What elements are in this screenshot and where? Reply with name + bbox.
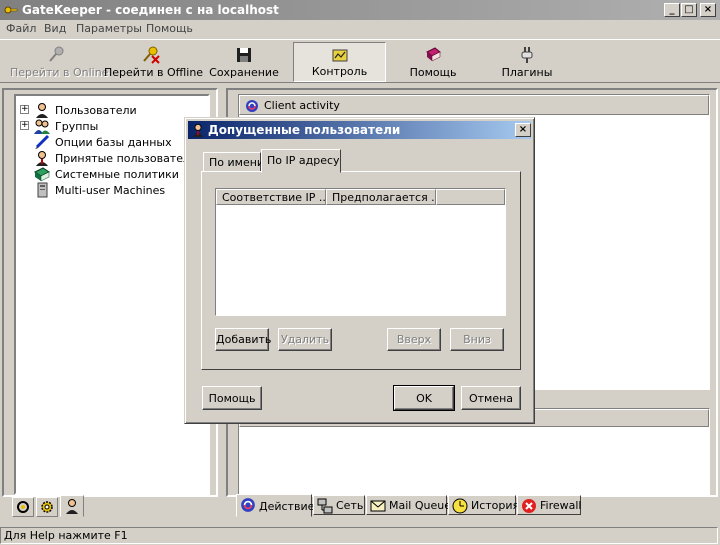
tab-firewall[interactable]: Firewall — [517, 495, 581, 515]
maximize-button[interactable]: □ — [681, 3, 697, 17]
activity-icon — [246, 100, 258, 112]
client-activity-title: Client activity — [264, 99, 340, 112]
menu-view[interactable]: Вид — [44, 22, 66, 35]
network-icon — [317, 498, 333, 514]
gear-stack-icon — [17, 501, 29, 513]
machine-icon — [37, 182, 48, 198]
move-up-button[interactable]: Вверх — [387, 328, 441, 351]
window-title-bar[interactable]: GateKeeper - соединен с на localhost _ □… — [0, 0, 720, 20]
tree-item-database-options[interactable]: Опции базы данных — [20, 134, 200, 150]
left-view-tabs — [12, 495, 92, 519]
window-title: GateKeeper - соединен с на localhost — [22, 3, 279, 17]
expand-icon[interactable]: + — [20, 121, 29, 130]
tree-item-groups[interactable]: + Группы — [20, 118, 200, 134]
menu-options[interactable]: Параметры — [76, 22, 142, 35]
dialog-title: Допущенные пользователи — [208, 123, 401, 137]
delete-button[interactable]: Удалить — [278, 328, 332, 351]
plug-icon — [521, 47, 533, 63]
tab-by-ip[interactable]: По IP адресу — [261, 149, 341, 173]
tab-page: Соответствие IP ... Предполагается ... Д… — [201, 171, 521, 370]
menu-bar: Файл Вид Параметры Помощь — [0, 20, 720, 38]
status-pane: Для Help нажмите F1 — [0, 527, 718, 544]
tree-item-system-policies[interactable]: Системные политики — [20, 166, 200, 182]
activity-icon — [241, 498, 255, 512]
toolbar: Перейти в Online Перейти в Offline Сохра… — [0, 39, 720, 83]
tree-item-accepted-users[interactable]: Принятые пользователи — [20, 150, 206, 166]
dialog-title-bar[interactable]: Допущенные пользователи × — [188, 121, 531, 139]
mail-icon — [370, 500, 386, 512]
user-small-icon — [66, 499, 78, 514]
user-icon — [36, 151, 48, 166]
go-online-button[interactable]: Перейти в Online — [10, 42, 108, 82]
minimize-button[interactable]: _ — [664, 3, 680, 17]
stop-icon — [522, 499, 536, 513]
floppy-icon — [237, 48, 251, 62]
bottom-tabs: Действие Сеть Mail Queue История Firewal… — [236, 494, 596, 519]
allowed-users-dialog: Допущенные пользователи × По имени По IP… — [184, 117, 535, 424]
expand-icon[interactable]: + — [20, 105, 29, 114]
book-icon — [426, 47, 441, 62]
policy-book-icon — [34, 167, 50, 182]
key-icon — [4, 6, 18, 14]
tab-network[interactable]: Сеть — [313, 495, 365, 515]
navigation-tree: + Пользователи + Группы Опции базы данны… — [14, 94, 210, 495]
group-icon — [34, 119, 50, 134]
key-icon — [49, 46, 64, 62]
cancel-button[interactable]: Отмена — [461, 386, 521, 410]
key-x-icon — [143, 46, 160, 64]
pen-icon — [35, 134, 50, 149]
ok-button[interactable]: OK — [393, 385, 455, 411]
dialog-help-button[interactable]: Помощь — [202, 386, 262, 410]
user-icon — [192, 123, 204, 137]
tab-activity[interactable]: Действие — [236, 494, 314, 517]
tab-users-view[interactable] — [60, 495, 84, 517]
tab-tree-view[interactable] — [12, 497, 34, 517]
status-bar: Для Help нажмите F1 — [0, 525, 720, 545]
help-button[interactable]: Помощь — [398, 42, 468, 82]
user-icon — [36, 103, 48, 118]
plugins-button[interactable]: Плагины — [492, 42, 562, 82]
tree-item-multi-user-machines[interactable]: Multi-user Machines — [20, 182, 200, 198]
column-header-expected[interactable]: Предполагается ... — [326, 189, 436, 205]
tab-mail-queue[interactable]: Mail Queue — [366, 495, 451, 515]
tab-settings-view[interactable] — [36, 497, 58, 517]
close-button[interactable]: × — [700, 3, 716, 17]
menu-file[interactable]: Файл — [6, 22, 36, 35]
go-offline-button[interactable]: Перейти в Offline — [104, 42, 203, 82]
gears-icon — [41, 501, 53, 513]
save-button[interactable]: Сохранение — [206, 42, 282, 82]
tab-by-name[interactable]: По имени — [203, 152, 264, 172]
column-header-ip-match[interactable]: Соответствие IP ... — [216, 189, 326, 205]
ip-list[interactable]: Соответствие IP ... Предполагается ... — [215, 188, 506, 316]
status-text: Для Help нажмите F1 — [4, 529, 128, 542]
add-button[interactable]: Добавить — [215, 328, 271, 351]
monitor-icon — [332, 49, 347, 62]
tree-item-users[interactable]: + Пользователи — [20, 102, 200, 118]
column-header-empty[interactable] — [436, 189, 505, 205]
menu-help[interactable]: Помощь — [146, 22, 193, 35]
dialog-close-button[interactable]: × — [515, 123, 531, 137]
control-button[interactable]: Контроль — [293, 42, 386, 82]
tab-history[interactable]: История — [448, 495, 519, 515]
client-activity-header: Client activity — [239, 95, 709, 115]
clock-icon — [452, 498, 468, 514]
move-down-button[interactable]: Вниз — [450, 328, 504, 351]
